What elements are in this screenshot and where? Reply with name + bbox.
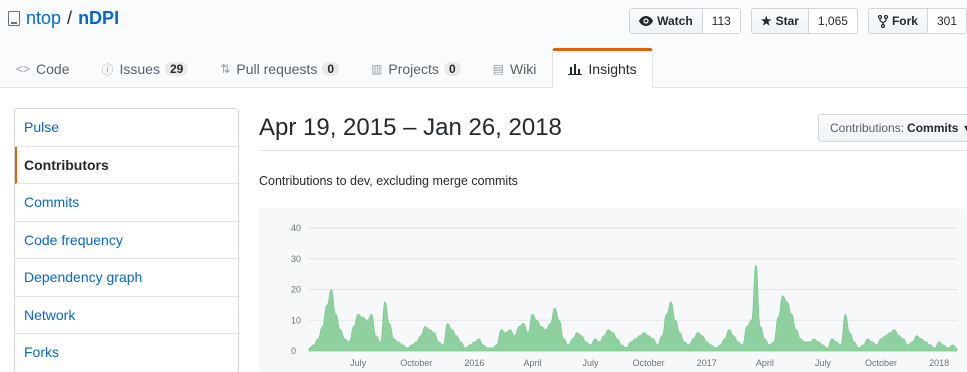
project-icon: ▥	[371, 62, 383, 76]
sidebar-item-pulse[interactable]: Pulse	[15, 109, 238, 147]
tab-insights-label: Insights	[588, 61, 637, 77]
graph-icon	[568, 64, 583, 75]
sidebar-item-commits[interactable]: Commits	[15, 184, 238, 222]
watch-button[interactable]: Watch	[630, 9, 703, 33]
y-tick-label: 10	[291, 315, 301, 325]
x-tick-label: April	[756, 358, 774, 368]
code-icon: <>	[16, 62, 31, 76]
tab-insights[interactable]: Insights	[552, 48, 653, 88]
repo-name-link[interactable]: nDPI	[78, 8, 119, 29]
x-tick-label: July	[350, 358, 367, 368]
tab-pull-requests[interactable]: ⇅ Pull requests 0	[204, 48, 355, 88]
issue-icon: ⓘ	[101, 62, 114, 77]
x-tick-label: 2017	[697, 358, 717, 368]
fork-group: Fork 301	[867, 8, 967, 34]
fork-button[interactable]: Fork	[868, 9, 928, 33]
y-tick-label: 40	[291, 223, 301, 233]
insights-sidebar: Pulse Contributors Commits Code frequenc…	[14, 108, 239, 372]
pull-request-icon: ⇅	[220, 62, 231, 76]
tab-wiki-label: Wiki	[509, 61, 537, 77]
repo-separator: /	[67, 8, 73, 28]
y-tick-label: 20	[291, 285, 301, 295]
watch-count[interactable]: 113	[702, 9, 740, 33]
fork-icon	[877, 14, 888, 28]
page-title: Apr 19, 2015 – Jan 26, 2018	[259, 114, 562, 141]
tab-pull-requests-label: Pull requests	[236, 61, 318, 77]
y-tick-label: 0	[291, 346, 296, 356]
contributions-select[interactable]: Contributions: Commits ▼	[818, 114, 967, 142]
issues-counter: 29	[164, 62, 189, 76]
sidebar-item-network[interactable]: Network	[15, 297, 238, 334]
x-tick-label: October	[633, 358, 665, 368]
commits-area-series	[308, 264, 958, 352]
sidebar-item-contributors[interactable]: Contributors	[15, 146, 238, 184]
watch-label: Watch	[657, 14, 693, 28]
contributions-chart: 0 10 20 30 40 July October 2016 April July October…	[259, 208, 967, 372]
repo-header: ntop / nDPI Watch 113 ★ Star 1,065 Fork …	[0, 0, 967, 88]
star-count[interactable]: 1,065	[808, 9, 857, 33]
watch-group: Watch 113	[629, 8, 741, 34]
sidebar-item-dependency-graph[interactable]: Dependency graph	[15, 259, 238, 297]
tab-code-label: Code	[36, 61, 70, 77]
tab-projects[interactable]: ▥ Projects 0	[355, 48, 477, 88]
tab-wiki[interactable]: ▤ Wiki	[477, 48, 553, 88]
star-icon: ★	[760, 14, 772, 28]
eye-icon	[639, 16, 654, 26]
repo-nav: <> Code ⓘ Issues 29 ⇅ Pull requests 0 ▥ …	[0, 48, 653, 88]
fork-label: Fork	[891, 14, 918, 28]
star-button[interactable]: ★ Star	[751, 9, 809, 33]
x-tick-label: October	[400, 358, 432, 368]
star-label: Star	[775, 14, 799, 28]
tab-code[interactable]: <> Code	[0, 48, 85, 88]
subhead-divider	[259, 150, 967, 151]
book-icon: ▤	[492, 62, 504, 76]
x-tick-label: 2018	[929, 358, 949, 368]
x-tick-label: October	[865, 358, 897, 368]
contributions-chart-svg: 0 10 20 30 40 July October 2016 April July October…	[291, 223, 958, 368]
star-group: ★ Star 1,065	[750, 8, 858, 34]
repo-title: ntop / nDPI	[8, 8, 119, 29]
y-tick-label: 30	[291, 254, 301, 264]
sidebar-item-forks[interactable]: Forks	[15, 334, 238, 372]
tab-projects-label: Projects	[388, 61, 439, 77]
fork-count[interactable]: 301	[927, 9, 966, 33]
repo-icon	[8, 11, 20, 26]
tab-issues-label: Issues	[119, 61, 160, 77]
x-tick-label: April	[523, 358, 541, 368]
projects-counter: 0	[443, 62, 461, 76]
repo-owner-link[interactable]: ntop	[26, 8, 61, 29]
sidebar-item-code-frequency[interactable]: Code frequency	[15, 222, 238, 259]
contributions-select-prefix: Contributions:	[830, 121, 905, 135]
x-tick-label: July	[583, 358, 600, 368]
caret-down-icon: ▼	[962, 123, 967, 133]
contributions-select-value: Commits	[907, 121, 959, 135]
pull-requests-counter: 0	[322, 62, 340, 76]
tab-issues[interactable]: ⓘ Issues 29	[85, 48, 204, 88]
x-tick-label: July	[815, 358, 832, 368]
pagehead-actions: Watch 113 ★ Star 1,065 Fork 301	[629, 8, 967, 34]
contributions-description: Contributions to dev, excluding merge co…	[259, 174, 518, 188]
x-tick-label: 2016	[464, 358, 484, 368]
